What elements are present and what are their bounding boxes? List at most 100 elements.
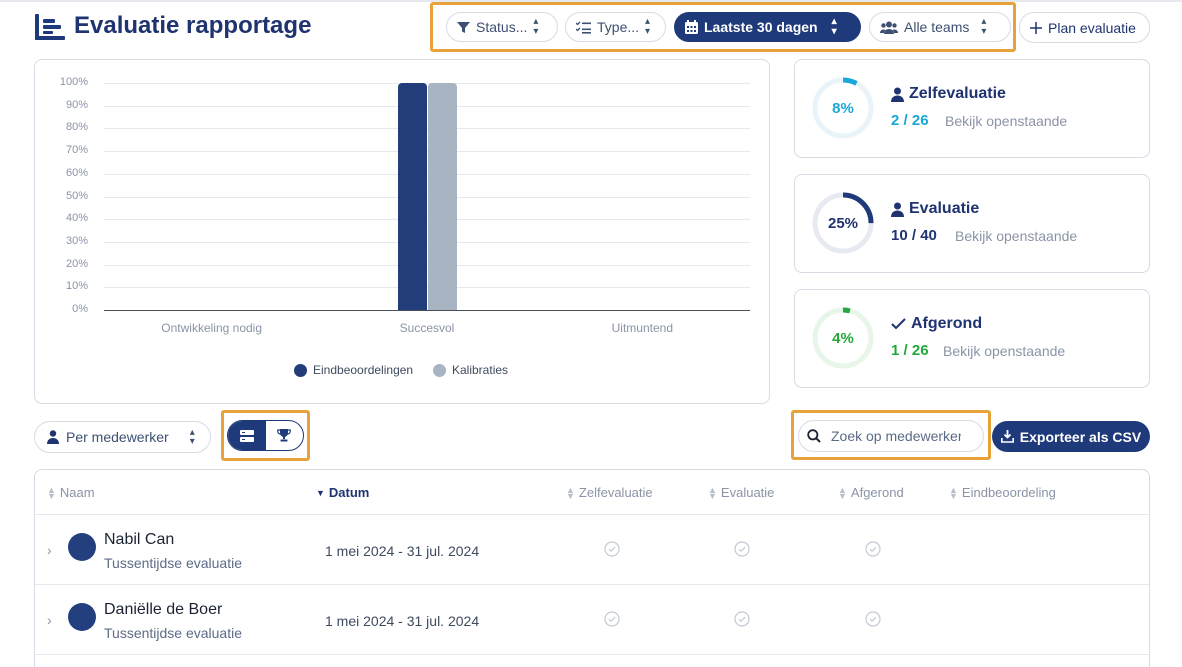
search-input[interactable] <box>831 428 961 444</box>
column-header-afgerond[interactable]: ▲ ▼ Afgerond <box>838 485 904 500</box>
export-csv-button[interactable]: Exporteer als CSV <box>992 421 1150 452</box>
type-filter-label: Type... <box>597 19 640 35</box>
y-tick-label: 0% <box>72 303 88 315</box>
sort-arrows-icon: ▴ ▾ <box>981 16 987 37</box>
user-icon <box>891 87 904 102</box>
page-title: Evaluatie rapportage <box>74 12 312 39</box>
employee-name: Daniëlle de Boer <box>104 601 223 618</box>
bar-chart: 0% 10% 20% 30% 40% 50% 60% 70% 80% 90% 100% Ontwikk… <box>35 60 771 405</box>
legend-item-kalibraties[interactable]: Kalibraties <box>433 363 508 377</box>
column-header-evaluatie[interactable]: ▲ ▼ Evaluatie <box>708 485 774 500</box>
stat-title: Afgerond <box>891 315 982 333</box>
download-icon <box>1000 430 1014 443</box>
bar-kalibraties <box>427 83 457 310</box>
list-view-button[interactable] <box>228 421 266 450</box>
view-toggle <box>227 420 304 451</box>
avatar <box>68 533 96 561</box>
users-icon <box>880 21 898 34</box>
column-header-naam[interactable]: ▲ ▼ Naam <box>47 485 95 500</box>
plan-evaluation-button[interactable]: Plan evaluatie <box>1019 12 1150 43</box>
view-open-link[interactable]: Bekijk openstaande <box>943 343 1065 359</box>
check-circle-icon <box>734 611 750 627</box>
plus-icon <box>1030 21 1042 34</box>
stat-card-evaluatie: 25% Evaluatie 10 / 40 Bekijk openstaande <box>794 174 1150 273</box>
gridline <box>104 83 750 84</box>
check-circle-icon <box>865 611 881 627</box>
sort-desc-icon: ▼ <box>316 487 325 498</box>
stat-total: 26 <box>911 112 929 129</box>
stat-title-label: Zelfevaluatie <box>909 85 1006 102</box>
list-check-icon <box>576 21 591 34</box>
y-tick-label: 50% <box>65 189 88 202</box>
status-filter[interactable]: Status... ▴ ▾ <box>446 12 558 42</box>
progress-percent: 4% <box>832 329 854 347</box>
legend-item-eindbeoordelingen[interactable]: Eindbeoordelingen <box>294 363 413 377</box>
x-tick-label: Ontwikkeling nodig <box>161 321 263 335</box>
teams-filter[interactable]: Alle teams ▴ ▾ <box>869 12 1011 42</box>
column-header-label: Afgerond <box>850 485 904 500</box>
group-by-label: Per medewerker <box>66 429 169 445</box>
legend-marker <box>294 363 307 377</box>
check-circle-icon <box>604 611 620 627</box>
x-axis-line <box>104 310 750 311</box>
column-header-label: Datum <box>328 485 370 500</box>
view-open-link[interactable]: Bekijk openstaande <box>945 113 1067 129</box>
column-header-label: Eindbeoordeling <box>961 485 1056 500</box>
stat-total: 40 <box>920 227 937 244</box>
y-tick-label: 70% <box>65 144 88 157</box>
stat-count: 1 / 26 <box>891 342 929 359</box>
calendar-icon <box>685 20 698 34</box>
search-highlight <box>791 410 991 460</box>
results-chart-card: 0% 10% 20% 30% 40% 50% 60% 70% 80% 90% 100% Ontwikk… <box>34 59 770 404</box>
legend-marker <box>433 363 446 377</box>
y-tick-label: 60% <box>65 166 88 179</box>
view-open-link[interactable]: Bekijk openstaande <box>955 228 1077 244</box>
stat-card-afgerond: 4% Afgerond 1 / 26 Bekijk openstaande <box>794 289 1150 388</box>
evaluation-type: Tussentijdse evaluatie <box>104 555 243 571</box>
plan-evaluation-label: Plan evaluatie <box>1048 19 1136 36</box>
chevron-right-icon[interactable]: › <box>47 542 52 558</box>
table-row[interactable]: › Daniëlle de Boer Tussentijdse evaluati… <box>35 585 1149 655</box>
filter-group: Status... ▴ ▾ Type... ▴ ▾ Laatste 30 dagen… <box>430 2 1016 52</box>
progress-percent: 8% <box>832 99 854 117</box>
trophy-view-button[interactable] <box>266 421 304 450</box>
x-tick-label: Succesvol <box>399 321 455 335</box>
sort-icon: ▲ ▼ <box>838 484 847 501</box>
count-separator: / <box>899 342 912 359</box>
group-by-select[interactable]: Per medewerker ▴ ▾ <box>34 421 211 453</box>
sort-arrows-icon: ▴ ▾ <box>645 16 651 37</box>
export-label: Exporteer als CSV <box>1019 428 1142 445</box>
table-row[interactable]: › Nabil Can Tussentijdse evaluatie 1 mei… <box>35 515 1149 585</box>
column-header-label: Naam <box>59 485 95 500</box>
report-logo-icon <box>35 14 65 40</box>
status-filter-label: Status... <box>476 19 528 35</box>
stat-title: Evaluatie <box>891 200 979 218</box>
evaluation-type: Tussentijdse evaluatie <box>104 625 243 641</box>
stat-title-label: Evaluatie <box>909 200 980 217</box>
type-filter[interactable]: Type... ▴ ▾ <box>565 12 666 42</box>
sort-icon: ▲ ▼ <box>566 484 575 501</box>
y-tick-label: 40% <box>65 212 88 225</box>
column-header-datum[interactable]: ▼ Datum <box>316 485 369 500</box>
search-icon <box>807 429 821 443</box>
stat-title: Zelfevaluatie <box>891 85 1006 103</box>
chevron-right-icon[interactable]: › <box>47 612 52 628</box>
user-icon <box>47 430 59 444</box>
evaluation-date: 1 mei 2024 - 31 jul. 2024 <box>325 543 480 559</box>
period-filter[interactable]: Laatste 30 dagen ▴ ▾ <box>674 12 861 42</box>
column-header-eindbeoordeling[interactable]: ▲ ▼ Eindbeoordeling <box>949 485 1056 500</box>
stat-card-zelfevaluatie: 8% Zelfevaluatie 2 / 26 Bekijk openstaan… <box>794 59 1150 158</box>
column-header-zelfevaluatie[interactable]: ▲ ▼ Zelfevaluatie <box>566 485 653 500</box>
legend-label: Eindbeoordelingen <box>313 363 414 377</box>
employee-name: Nabil Can <box>104 531 175 548</box>
sort-arrows-icon: ▴ ▾ <box>831 16 837 37</box>
check-circle-icon <box>865 541 881 557</box>
y-tick-label: 20% <box>65 257 88 270</box>
evaluations-table: ▲ ▼ Naam ▼ Datum ▲ ▼ Zelfevaluatie ▲ ▼ Eval… <box>34 469 1150 667</box>
sort-icon: ▲ ▼ <box>949 484 958 501</box>
stat-count: 2 / 26 <box>891 112 929 129</box>
evaluation-date: 1 mei 2024 - 31 jul. 2024 <box>325 613 480 629</box>
bar-eindbeoordelingen <box>397 83 427 310</box>
check-circle-icon <box>604 541 620 557</box>
column-header-label: Evaluatie <box>720 485 775 500</box>
